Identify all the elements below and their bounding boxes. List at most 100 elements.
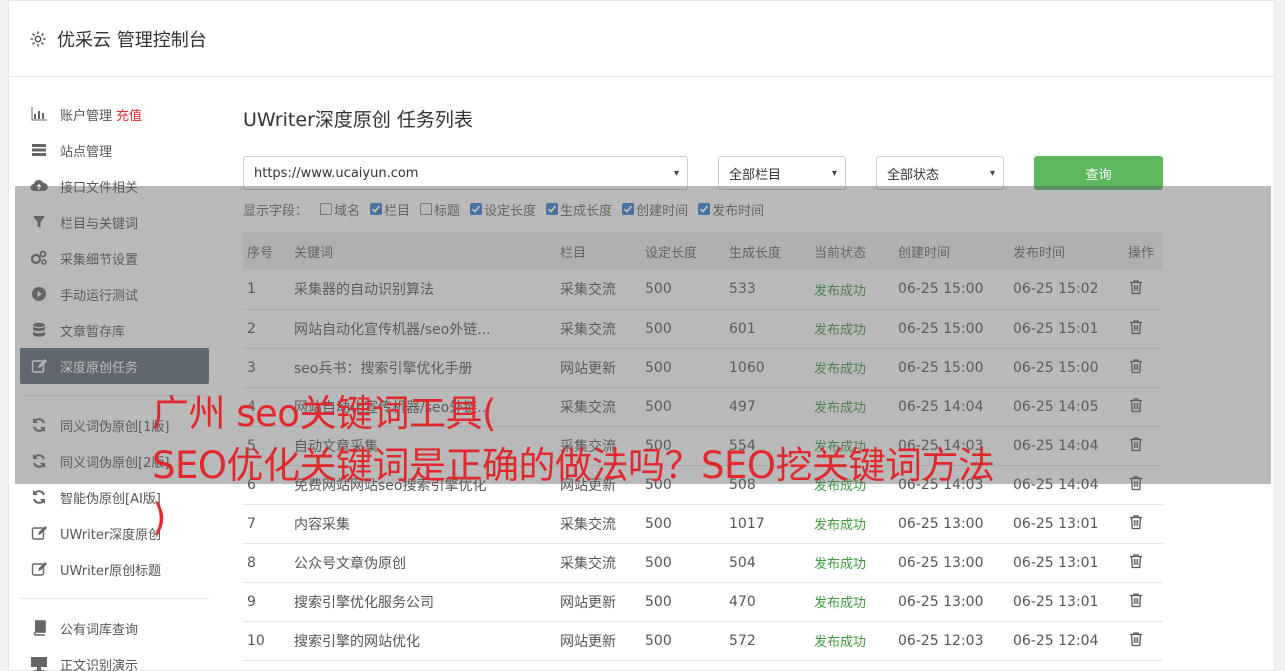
table-cell: 500 bbox=[645, 281, 672, 298]
trash-icon[interactable] bbox=[1128, 280, 1144, 299]
filter-bar: https://www.ucaiyun.com ▾ 全部栏目 ▾ 全部状态 ▾ 查询 bbox=[243, 156, 1163, 190]
cloud-upload-icon bbox=[30, 177, 48, 195]
field-checkbox-label: 发布时间 bbox=[712, 203, 765, 219]
column-header: 操作 bbox=[1128, 245, 1155, 261]
table-cell: 533 bbox=[729, 281, 756, 298]
table-cell: 500 bbox=[645, 593, 672, 610]
column-header: 创建时间 bbox=[898, 245, 951, 261]
table-cell: 601 bbox=[729, 320, 756, 337]
field-checkbox-label: 域名 bbox=[334, 203, 361, 219]
table-cell: 2 bbox=[247, 320, 256, 337]
table-cell: 500 bbox=[645, 359, 672, 376]
filter-icon bbox=[30, 213, 48, 231]
field-checkbox[interactable]: 标题 bbox=[420, 200, 460, 219]
sidebar-item[interactable]: 接口文件相关 bbox=[20, 168, 209, 204]
display-fields: 显示字段： 域名 栏目 标题 设定长度 生成长度 创建时间 发布时间 bbox=[243, 194, 1163, 224]
table-cell: 500 bbox=[645, 320, 672, 337]
trash-icon[interactable] bbox=[1128, 592, 1144, 612]
sidebar-item-label: 采集细节设置 bbox=[60, 252, 139, 268]
refresh-icon bbox=[30, 452, 48, 470]
field-checkbox-label: 设定长度 bbox=[484, 203, 537, 219]
column-select[interactable]: 全部栏目 ▾ bbox=[718, 156, 846, 190]
sidebar-item[interactable]: 文章暂存库 bbox=[20, 312, 209, 348]
table-cell: 06-25 15:00 bbox=[898, 359, 984, 376]
sidebar-item[interactable]: 公有词库查询 bbox=[20, 610, 209, 646]
sidebar-item[interactable]: 账户管理 充值 bbox=[20, 96, 209, 132]
sidebar-item[interactable]: 栏目与关键词 bbox=[20, 204, 209, 240]
table-cell: 1060 bbox=[729, 359, 765, 376]
recharge-link[interactable]: 充值 bbox=[116, 105, 142, 124]
chevron-down-icon: ▾ bbox=[831, 167, 837, 179]
status-select[interactable]: 全部状态 ▾ bbox=[876, 156, 1004, 190]
sidebar-item[interactable]: 深度原创任务 bbox=[20, 348, 209, 384]
console-title: 优采云 管理控制台 bbox=[57, 29, 207, 51]
field-checkbox[interactable]: 发布时间 bbox=[698, 200, 764, 219]
table-cell: 06-25 13:01 bbox=[1013, 593, 1099, 610]
action-cell bbox=[1124, 270, 1163, 309]
sidebar-item[interactable]: 站点管理 bbox=[20, 132, 209, 168]
table-cell: 3 bbox=[247, 359, 256, 376]
table-row: 1 采集器的自动识别算法 采集交流 500 533 发布成功 06-25 15:00 06-2… bbox=[243, 270, 1163, 309]
headline-line-3: ) bbox=[152, 496, 166, 539]
checkbox-icon[interactable] bbox=[370, 203, 383, 215]
chevron-down-icon: ▾ bbox=[989, 167, 995, 179]
table-cell: 1 bbox=[247, 281, 256, 298]
sidebar-item[interactable]: 采集细节设置 bbox=[20, 240, 209, 276]
field-checkbox-label: 栏目 bbox=[384, 203, 411, 219]
main-content: UWriter深度原创 任务列表 https://www.ucaiyun.com… bbox=[243, 96, 1163, 661]
monitor-icon bbox=[30, 655, 48, 671]
table-cell: 发布成功 bbox=[814, 596, 867, 611]
checkbox-icon[interactable] bbox=[698, 203, 711, 215]
action-cell bbox=[1124, 582, 1163, 621]
checkbox-icon[interactable] bbox=[546, 203, 559, 215]
column-header: 序号 bbox=[247, 245, 274, 261]
query-button[interactable]: 查询 bbox=[1034, 156, 1163, 190]
trash-icon[interactable] bbox=[1128, 631, 1144, 651]
field-checkbox[interactable]: 生成长度 bbox=[546, 200, 612, 219]
sidebar-item[interactable]: 手动运行测试 bbox=[20, 276, 209, 312]
sidebar-item-label: 站点管理 bbox=[60, 144, 113, 160]
sidebar-item-label: UWriter深度原创 bbox=[60, 527, 162, 543]
table-cell: 发布成功 bbox=[814, 283, 867, 299]
trash-icon[interactable] bbox=[1128, 319, 1144, 339]
field-checkbox[interactable]: 创建时间 bbox=[622, 200, 688, 219]
sidebar-item-label: 接口文件相关 bbox=[60, 180, 139, 196]
sidebar-item[interactable]: 正文识别演示 bbox=[20, 646, 209, 671]
sidebar-item[interactable]: UWriter原创标题 bbox=[20, 551, 209, 587]
checkbox-icon[interactable] bbox=[320, 203, 333, 215]
table-cell: 10 bbox=[247, 632, 265, 649]
checkbox-icon[interactable] bbox=[470, 203, 483, 215]
edit-icon bbox=[30, 560, 48, 578]
trash-icon[interactable] bbox=[1128, 358, 1144, 378]
sidebar-item-label: 手动运行测试 bbox=[60, 288, 139, 304]
table-cell: 网站更新 bbox=[560, 360, 616, 377]
headline-line-2: SEO优化关键词是正确的做法吗？SEO挖关键词方法 bbox=[152, 444, 995, 487]
table-cell: 500 bbox=[645, 632, 672, 649]
table-cell: 采集交流 bbox=[560, 321, 616, 338]
table-header: 序号 关键词 栏目 设定长度 生成长度 当前状态 创建时间 发布时间 操作 bbox=[243, 232, 1163, 270]
site-select[interactable]: https://www.ucaiyun.com ▾ bbox=[243, 156, 688, 190]
chevron-down-icon: ▾ bbox=[673, 167, 679, 179]
table-cell: 06-25 12:04 bbox=[1013, 632, 1099, 649]
field-checkbox-label: 创建时间 bbox=[636, 203, 689, 219]
header: 优采云 管理控制台 bbox=[9, 1, 1274, 77]
checkbox-icon[interactable] bbox=[622, 203, 635, 215]
table-row: 3 seo兵书：搜索引擎优化手册 网站更新 500 1060 发布成功 06-25 15:0… bbox=[243, 348, 1163, 387]
sidebar: 账户管理 充值站点管理接口文件相关栏目与关键词采集细节设置 手动运行测试文章暂存库深… bbox=[20, 96, 209, 671]
field-checkbox[interactable]: 设定长度 bbox=[470, 200, 536, 219]
checkbox-icon[interactable] bbox=[420, 203, 433, 215]
table-cell: 发布成功 bbox=[814, 323, 867, 338]
column-header: 当前状态 bbox=[814, 245, 867, 261]
trash-icon[interactable] bbox=[1128, 553, 1144, 573]
sidebar-divider bbox=[20, 598, 209, 599]
table-row: 2 网站自动化宣传机器/seo外链... 采集交流 500 601 发布成功 06-25 1… bbox=[243, 309, 1163, 348]
field-checkbox[interactable]: 域名 bbox=[320, 200, 360, 219]
table-cell: 发布成功 bbox=[814, 635, 867, 650]
site-select-value: https://www.ucaiyun.com bbox=[254, 165, 419, 181]
table-cell: 06-25 15:00 bbox=[898, 320, 984, 337]
table-row: 10 搜索引擎的网站优化 网站更新 500 572 发布成功 06-25 12:03 06-2… bbox=[243, 621, 1163, 660]
table-cell: 公众号文章伪原创 bbox=[294, 555, 406, 572]
sidebar-item-label: UWriter原创标题 bbox=[60, 563, 162, 579]
field-checkbox[interactable]: 栏目 bbox=[370, 200, 410, 219]
action-cell bbox=[1124, 543, 1163, 582]
